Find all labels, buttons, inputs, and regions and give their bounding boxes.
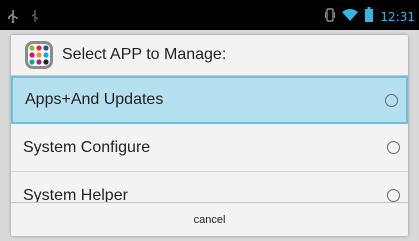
status-time: 12:31 [380, 9, 415, 24]
battery-icon [365, 7, 374, 26]
radio-button[interactable] [387, 141, 400, 154]
status-left-icons [6, 8, 40, 27]
radio-button[interactable] [385, 93, 398, 107]
dialog-header: Select APP to Manage: [11, 35, 408, 74]
list-item-label: System Helper [23, 186, 128, 203]
status-right-icons: 12:31 [325, 7, 415, 26]
usb-icon [6, 8, 20, 27]
status-bar: 12:31 [0, 0, 419, 30]
list-item-label: Apps+And Updates [25, 91, 164, 108]
list-item-apps-and-updates[interactable]: Apps+And Updates [11, 76, 408, 124]
cancel-button[interactable]: cancel [11, 202, 408, 236]
wifi-icon [342, 7, 359, 26]
app-icon [25, 40, 53, 69]
app-list[interactable]: Apps+And Updates System Configure System… [11, 76, 408, 202]
cancel-button-label: cancel [193, 214, 226, 226]
vibrate-icon [325, 7, 336, 26]
select-app-dialog: Select APP to Manage: Apps+And Updates S… [11, 35, 408, 236]
dialog-title: Select APP to Manage: [62, 45, 227, 63]
list-item-label: System Configure [23, 138, 151, 156]
usb-debug-icon [30, 8, 40, 27]
list-item-system-helper[interactable]: System Helper [11, 172, 408, 202]
list-item-system-configure[interactable]: System Configure [11, 124, 408, 172]
radio-button[interactable] [387, 189, 400, 202]
